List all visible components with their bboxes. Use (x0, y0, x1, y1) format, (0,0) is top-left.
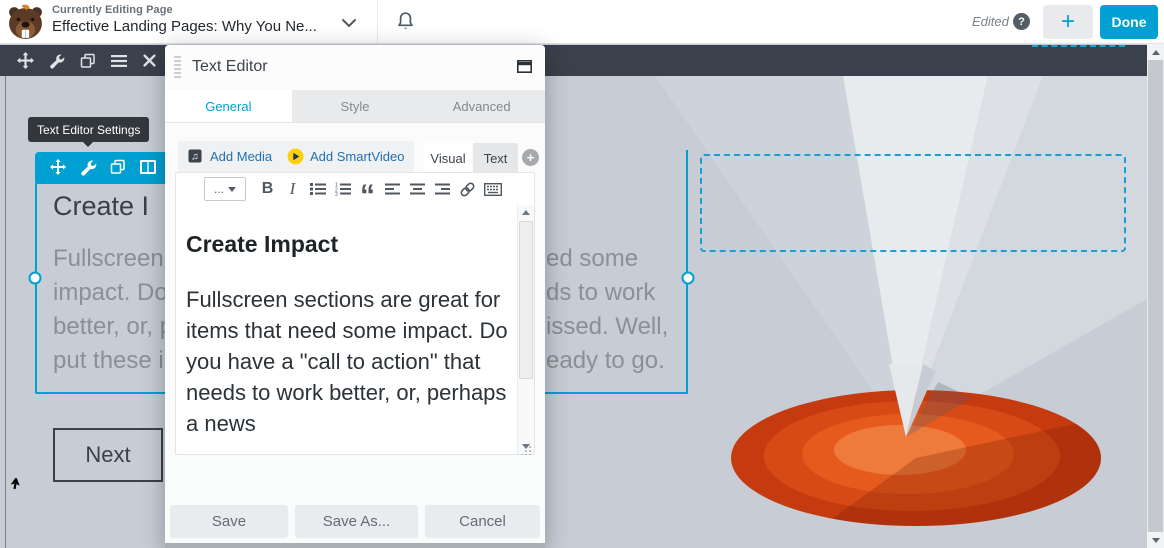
add-media-button[interactable]: ♫ Add Media (178, 141, 283, 172)
resize-handle-left[interactable] (28, 271, 42, 285)
link-icon[interactable] (456, 177, 479, 201)
align-right-icon[interactable] (431, 177, 454, 201)
bullet-list-icon[interactable] (306, 177, 329, 201)
duplicate-icon[interactable] (103, 152, 133, 182)
add-smartvideo-label: Add SmartVideo (310, 149, 405, 164)
move-icon[interactable] (10, 45, 41, 76)
caret-down-icon (228, 186, 236, 192)
bell-icon[interactable] (396, 11, 415, 37)
tab-style[interactable]: Style (292, 90, 419, 122)
page-title: Effective Landing Pages: Why You Ne... (52, 18, 317, 35)
bold-button[interactable]: B (256, 177, 279, 201)
drag-handle[interactable] (174, 56, 181, 79)
drop-zone-outline (700, 154, 1126, 252)
page-scrollbar[interactable] (1147, 44, 1164, 548)
format-dropdown-label: ... (213, 182, 224, 196)
editor-scrollbar-thumb[interactable] (519, 221, 533, 379)
next-button[interactable]: Next (53, 428, 163, 482)
panel-title: Text Editor (192, 58, 268, 75)
svg-text:♫: ♫ (191, 152, 199, 163)
divider (377, 0, 378, 43)
module-toolbar (35, 152, 175, 182)
cancel-button[interactable]: Cancel (425, 505, 540, 538)
tab-advanced[interactable]: Advanced (418, 90, 545, 122)
panel-bottom-edge (165, 543, 545, 548)
wrench-icon[interactable] (41, 45, 72, 76)
chevron-down-icon[interactable] (341, 16, 357, 34)
svg-text:3: 3 (335, 192, 338, 196)
editor-scrollbar[interactable] (517, 205, 534, 454)
numbered-list-icon[interactable]: 123 (331, 177, 354, 201)
help-icon[interactable]: ? (1013, 13, 1030, 30)
toolbar-toggle-icon[interactable] (481, 177, 504, 201)
save-button[interactable]: Save (170, 505, 288, 538)
format-dropdown[interactable]: ... (204, 177, 246, 201)
panel-footer: Save Save As... Cancel (165, 455, 545, 543)
top-bar: Currently Editing Page Effective Landing… (0, 0, 1164, 44)
save-as-button[interactable]: Save As... (295, 505, 418, 538)
page-scrollbar-thumb[interactable] (1148, 60, 1163, 532)
content-edge-line (5, 76, 6, 548)
canvas-paragraph-middle: ed some ds to work issed. Well, eady to … (546, 245, 669, 374)
edited-status: Edited (972, 14, 1009, 29)
dock-window-icon[interactable] (517, 60, 532, 78)
play-icon (287, 148, 304, 165)
italic-button[interactable]: I (281, 177, 304, 201)
columns-icon[interactable] (133, 152, 163, 182)
canvas-heading: Create I (53, 191, 150, 221)
tooltip: Text Editor Settings (28, 117, 150, 147)
scroll-up-icon[interactable] (518, 205, 534, 220)
align-left-icon[interactable] (381, 177, 404, 201)
editing-status-label: Currently Editing Page (52, 4, 173, 16)
panel-header: Text Editor (165, 45, 545, 90)
tab-visual[interactable]: Visual (424, 143, 472, 173)
tab-text[interactable]: Text (473, 143, 518, 173)
row-drop-outline-corner (1032, 45, 1125, 52)
editor-content[interactable]: Create Impact Fullscreen sections are gr… (176, 205, 517, 454)
add-content-button[interactable]: + (1043, 5, 1093, 39)
move-icon[interactable] (43, 152, 73, 182)
add-media-label: Add Media (210, 149, 273, 164)
scroll-up-icon[interactable] (1147, 44, 1164, 60)
media-icon: ♫ (188, 149, 202, 163)
blockquote-icon[interactable]: “ (356, 177, 379, 211)
scroll-down-icon[interactable] (1147, 532, 1164, 548)
canvas-paragraph: Fullscreen impact. Do better, or, p put … (53, 245, 174, 374)
editor-heading: Create Impact (186, 231, 339, 257)
editor-paragraph: Fullscreen sections are great for items … (186, 287, 508, 436)
close-icon[interactable] (134, 45, 165, 76)
menu-icon[interactable] (103, 45, 134, 76)
beaver-builder-logo (9, 4, 42, 39)
builder-screen: Create I Fullscreen impact. Do better, o… (0, 0, 1164, 548)
wrench-icon[interactable] (73, 152, 103, 182)
done-button[interactable]: Done (1100, 5, 1158, 39)
rich-text-editor: ... B I 123 “ Create Impact Fullscreen s… (175, 172, 535, 455)
mouse-cursor (10, 476, 22, 496)
text-editor-panel: Text Editor General Style Advanced ♫ Add… (165, 45, 545, 548)
panel-tabs: General Style Advanced (165, 90, 545, 123)
tab-general[interactable]: General (165, 90, 292, 122)
add-smartvideo-button[interactable]: Add SmartVideo (277, 141, 415, 172)
shortcode-plus-icon[interactable]: + (522, 149, 539, 166)
tooltip-label: Text Editor Settings (37, 122, 141, 137)
resize-handle-middle[interactable] (681, 271, 695, 285)
align-center-icon[interactable] (406, 177, 429, 201)
editor-toolbar: ... B I 123 “ (176, 173, 534, 211)
duplicate-icon[interactable] (72, 45, 103, 76)
